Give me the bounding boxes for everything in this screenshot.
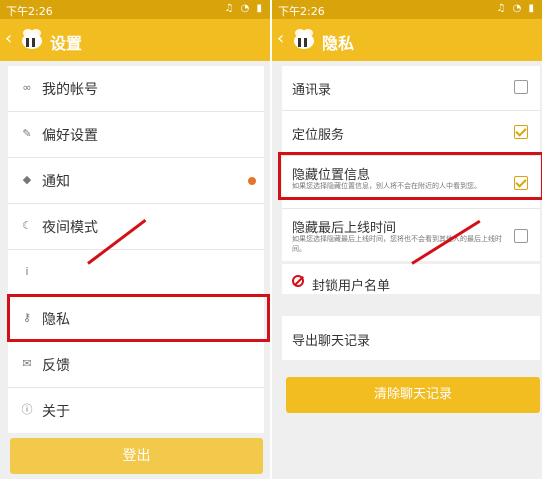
menu-item-feedback[interactable]: ✉ 反馈 (8, 342, 264, 388)
status-bar: 下午2:26 ♫ ◔ ▮ (272, 0, 542, 19)
page-title: 隐私 (322, 34, 355, 53)
bee-logo-icon (294, 29, 314, 49)
bee-logo-icon (22, 29, 42, 49)
back-arrow-icon[interactable]: ‹ (277, 28, 284, 49)
menu-item-label: 我的帐号 (42, 82, 98, 98)
export-chat-card[interactable]: 导出聊天记录 (282, 316, 540, 360)
blocked-users-card[interactable]: 封锁用户名单 (282, 264, 540, 294)
title-bar: ‹ 隐私 (272, 19, 542, 61)
notification-dot (248, 177, 256, 185)
menu-item-notifications[interactable]: ◆ 通知 (8, 158, 264, 204)
back-arrow-icon[interactable]: ‹ (5, 28, 12, 49)
menu-item-label: 关于 (42, 404, 70, 420)
status-bar: 下午2:26 ♫ ◔ ▮ (0, 0, 270, 19)
info-icon: i (25, 265, 29, 278)
menu-item-label: 夜间模式 (42, 220, 98, 236)
hide-location-highlight-box (278, 152, 542, 200)
export-chat-label: 导出聊天记录 (292, 334, 371, 349)
hide-last-online-checkbox[interactable] (514, 229, 528, 243)
settings-screen: 下午2:26 ♫ ◔ ▮ ‹ 设置 ∞ 我的帐号 ✎ 偏好设置 ◆ 通知 ☾ 夜 (0, 0, 270, 479)
contacts-checkbox[interactable] (514, 80, 528, 94)
settings-menu: ∞ 我的帐号 ✎ 偏好设置 ◆ 通知 ☾ 夜间模式 i ⚷ 隐私 ✉ 反馈 ⓘ … (8, 66, 264, 433)
status-time: 下午2:26 (6, 5, 53, 18)
status-time: 下午2:26 (278, 5, 325, 18)
setting-hide-last-online[interactable]: 隐藏最后上线时间 如果您选择隐藏最后上线时间，您将也不会看到其他人的最后上线时间… (282, 209, 540, 261)
moon-icon: ☾ (22, 219, 32, 232)
privacy-screen: 下午2:26 ♫ ◔ ▮ ‹ 隐私 通讯录 定位服务 隐藏位置信息 如果您选择隐… (272, 0, 542, 479)
setting-location-service[interactable]: 定位服务 (282, 111, 540, 156)
status-icons: ♫ ◔ ▮ (496, 3, 536, 14)
logout-button[interactable]: 登出 (10, 438, 263, 474)
menu-item-about[interactable]: ⓘ 关于 (8, 388, 264, 433)
menu-item-account[interactable]: ∞ 我的帐号 (8, 66, 264, 112)
mail-icon: ✉ (22, 357, 32, 370)
clear-chat-history-button[interactable]: 清除聊天记录 (286, 377, 540, 413)
setting-description: 如果您选择隐藏最后上线时间，您将也不会看到其他人的最后上线时间。 (292, 235, 502, 253)
info-icon: ⓘ (21, 403, 33, 416)
location-service-checkbox[interactable] (514, 125, 528, 139)
bell-icon: ◆ (22, 173, 32, 186)
status-icons: ♫ ◔ ▮ (224, 3, 264, 14)
blocked-users-label: 封锁用户名单 (312, 279, 391, 294)
preferences-icon: ✎ (22, 127, 32, 140)
title-bar: ‹ 设置 (0, 19, 270, 61)
page-title: 设置 (50, 34, 83, 53)
link-icon: ∞ (22, 81, 32, 94)
menu-item-label: 偏好设置 (42, 128, 98, 144)
menu-item-label: 通知 (42, 174, 70, 190)
menu-item-unlabeled[interactable]: i (8, 250, 264, 296)
setting-label: 通讯录 (292, 83, 332, 98)
setting-contacts[interactable]: 通讯录 (282, 66, 540, 111)
privacy-highlight-box (7, 294, 270, 342)
setting-label: 定位服务 (292, 128, 345, 143)
menu-item-label: 反馈 (42, 358, 70, 374)
menu-item-preferences[interactable]: ✎ 偏好设置 (8, 112, 264, 158)
block-icon (292, 275, 304, 287)
